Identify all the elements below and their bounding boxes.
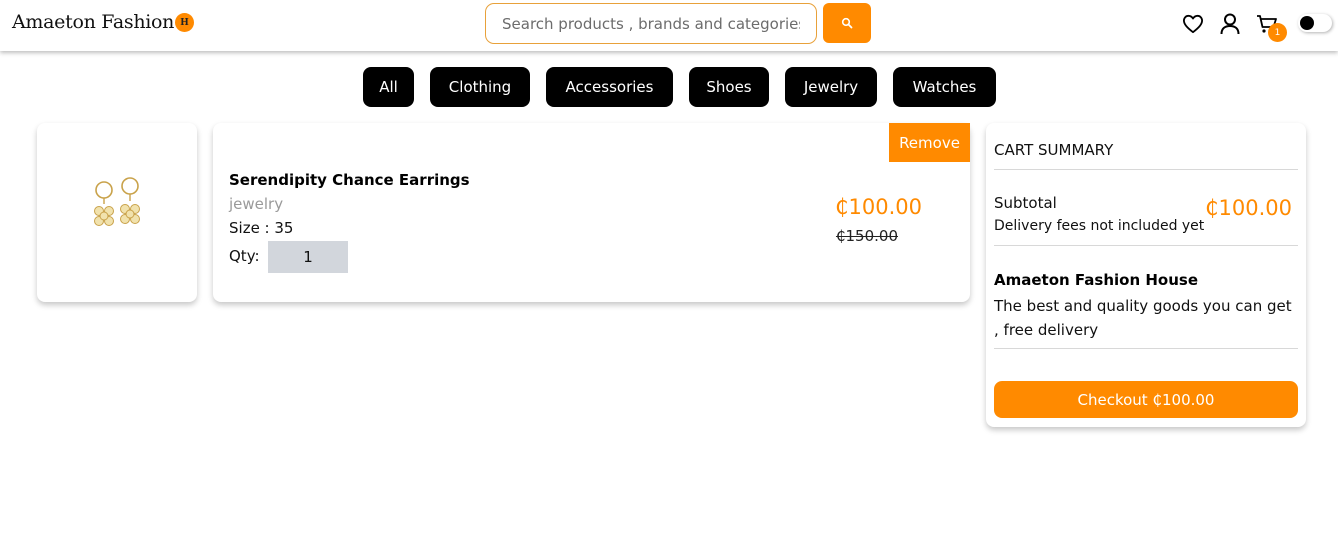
delivery-note: Delivery fees not included yet [994,218,1205,234]
category-accessories[interactable]: Accessories [546,67,673,107]
qty-label: Qty: [229,247,260,265]
item-old-price: ₵150.00 [835,227,898,245]
wishlist-button[interactable] [1181,12,1205,36]
theme-toggle[interactable] [1298,14,1332,32]
item-category: jewelry [229,195,284,213]
product-image-card[interactable] [37,123,197,302]
subtotal-value: ₵100.00 [1205,196,1292,220]
summary-divider [994,169,1298,170]
summary-divider [994,348,1298,349]
search-icon [841,17,853,29]
subtotal-label: Subtotal [994,194,1057,212]
site-logo[interactable]: Amaeton Fashion [12,11,174,33]
search-button[interactable] [823,3,871,43]
checkout-button[interactable]: Checkout ₵100.00 [994,381,1298,418]
category-shoes[interactable]: Shoes [689,67,769,107]
item-size: Size : 35 [229,219,294,237]
cart-summary-panel: CART SUMMARY Subtotal Delivery fees not … [986,123,1306,427]
user-icon [1220,13,1240,35]
search-input[interactable] [485,3,817,44]
store-description: The best and quality goods you can get ,… [994,297,1292,339]
cart-count-badge: 1 [1268,23,1287,42]
summary-title: CART SUMMARY [994,141,1114,159]
category-nav: All Clothing Accessories Shoes Jewelry W… [0,67,1338,107]
earrings-product-image [94,177,140,226]
item-price: ₵100.00 [835,195,922,219]
account-button[interactable] [1218,12,1242,36]
logo-badge: H [175,13,194,32]
category-clothing[interactable]: Clothing [430,67,530,107]
toggle-knob [1300,16,1314,30]
heart-icon [1182,14,1203,34]
summary-divider [994,245,1298,246]
header-bar: Amaeton Fashion H 1 [0,0,1338,51]
category-all[interactable]: All [363,67,414,107]
item-name[interactable]: Serendipity Chance Earrings [229,171,470,189]
store-name: Amaeton Fashion House [994,271,1198,289]
qty-input[interactable] [268,241,348,273]
category-watches[interactable]: Watches [893,67,996,107]
cart-item-card: Remove Serendipity Chance Earrings jewel… [213,123,970,302]
category-jewelry[interactable]: Jewelry [785,67,877,107]
remove-button[interactable]: Remove [889,123,970,162]
